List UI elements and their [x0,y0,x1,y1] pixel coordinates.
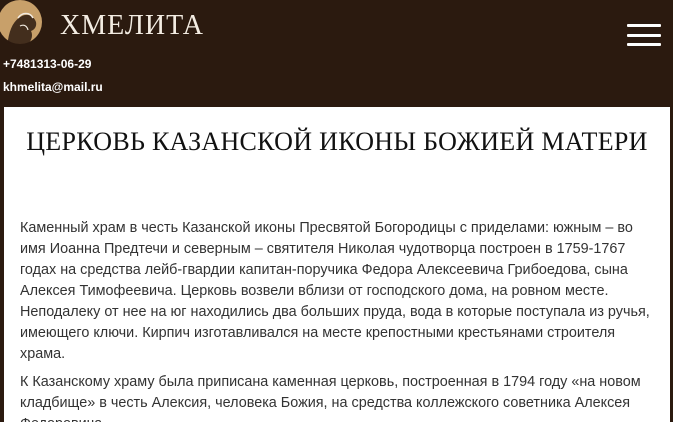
paragraph: Каменный храм в честь Казанской иконы Пр… [20,220,650,362]
paragraph: К Казанскому храму была приписана каменн… [20,374,641,422]
portrait-logo-icon [0,0,52,52]
page-title: ЦЕРКОВЬ КАЗАНСКОЙ ИКОНЫ БОЖИЕЙ МАТЕРИ [26,127,648,156]
site-logo[interactable]: ХМЕЛИТА [0,0,204,52]
logo-text: ХМЕЛИТА [60,10,204,41]
site-header: ХМЕЛИТА +7481313-06-29 khmelita@mail.ru [0,0,673,107]
email-address[interactable]: khmelita@mail.ru [3,80,103,94]
main-content: ЦЕРКОВЬ КАЗАНСКОЙ ИКОНЫ БОЖИЕЙ МАТЕРИ Ка… [4,107,670,422]
phone-number[interactable]: +7481313-06-29 [3,57,91,71]
hamburger-menu-icon[interactable] [627,24,661,46]
